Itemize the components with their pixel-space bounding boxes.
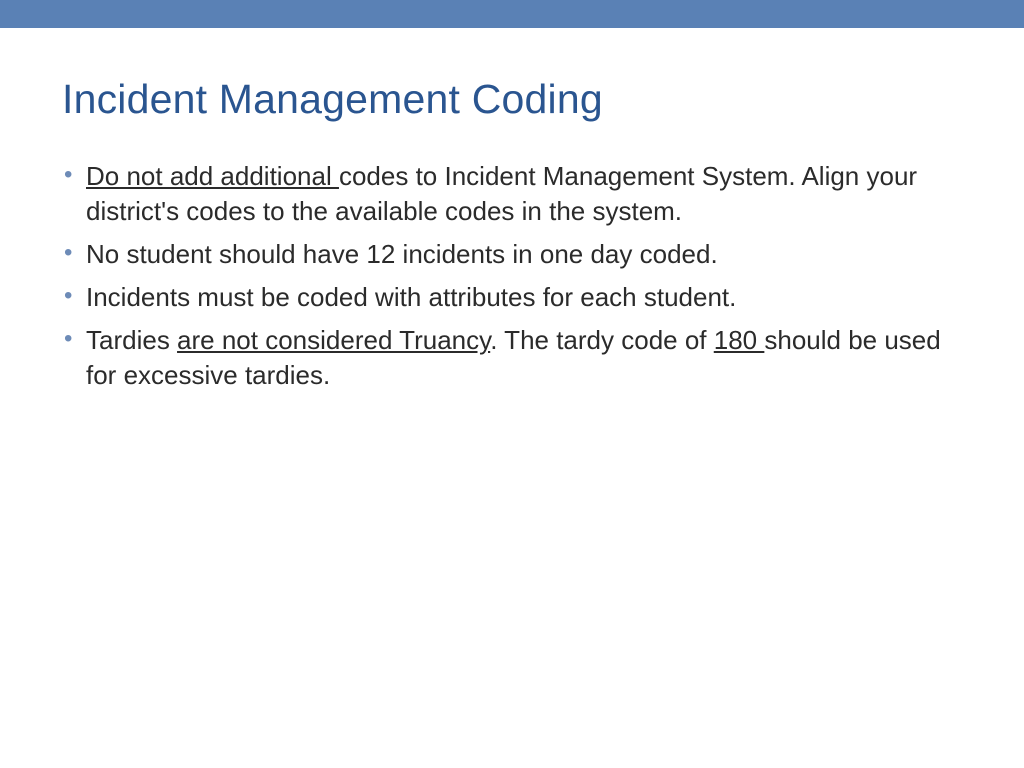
slide-top-bar: [0, 0, 1024, 28]
slide-content: Incident Management Coding Do not add ad…: [0, 28, 1024, 394]
bullet-item: Tardies are not considered Truancy. The …: [62, 323, 962, 393]
bullet-item: Incidents must be coded with attributes …: [62, 280, 962, 315]
bullet-item: No student should have 12 incidents in o…: [62, 237, 962, 272]
bullet-text-segment: Do not add additional: [86, 161, 339, 191]
bullet-text-segment: Incidents must be coded with attributes …: [86, 282, 736, 312]
bullet-text-segment: No student should have 12 incidents in o…: [86, 239, 718, 269]
bullet-list: Do not add additional codes to Incident …: [62, 159, 962, 394]
bullet-text-segment: Tardies: [86, 325, 177, 355]
bullet-text-segment: 180: [714, 325, 765, 355]
bullet-text-segment: . The tardy code of: [490, 325, 714, 355]
slide-title: Incident Management Coding: [62, 76, 962, 123]
bullet-text-segment: are not considered Truancy: [177, 325, 490, 355]
bullet-item: Do not add additional codes to Incident …: [62, 159, 962, 229]
